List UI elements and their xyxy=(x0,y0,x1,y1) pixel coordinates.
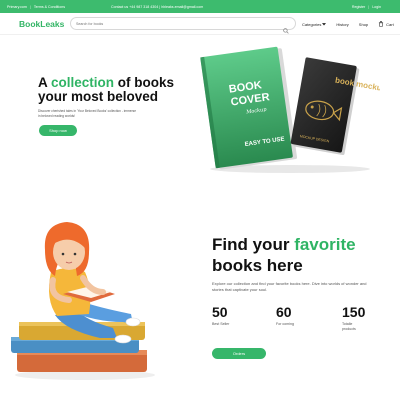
navbar: BookLeaks Categories History Shop Cart xyxy=(0,13,400,35)
search-bar[interactable] xyxy=(70,17,296,34)
stat-value: 60 xyxy=(276,304,292,320)
separator: | xyxy=(29,4,31,9)
logo[interactable]: BookLeaks xyxy=(19,19,64,29)
hero-title-pre: A xyxy=(38,75,48,90)
nav-categories[interactable]: Categories xyxy=(302,21,327,27)
cart-icon xyxy=(379,21,384,27)
girl-reading-illustration xyxy=(11,222,155,380)
top-bar: Primary.com | Terms & Conditions Contact… xyxy=(0,0,400,13)
stat-coming: 60 For coming xyxy=(276,304,298,327)
terms-link[interactable]: Terms & Conditions xyxy=(34,5,65,9)
main-nav: Categories History Shop Cart xyxy=(302,21,394,27)
nav-categories-label: Categories xyxy=(302,21,322,27)
stat-label: Best Seller xyxy=(212,322,230,326)
shop-now-button[interactable]: Shop now xyxy=(39,125,77,136)
search-input[interactable] xyxy=(76,21,276,26)
nav-cart[interactable]: Cart xyxy=(378,21,394,27)
stat-value: 50 xyxy=(212,304,228,320)
stat-products: 150 Totalle products xyxy=(342,304,365,332)
contact-info: Contact us +44 987 318 4304 | hbleaks.em… xyxy=(111,4,204,9)
register-link[interactable]: Register xyxy=(352,5,365,9)
hero-title-accent: collection xyxy=(51,75,115,90)
green-book xyxy=(200,46,298,170)
hero-subtitle: Discover cherished tales in 'Your Belove… xyxy=(38,109,137,118)
books-illustration: BOOK COVER Mockup EASY TO USE book mocku… xyxy=(200,46,380,173)
site-link[interactable]: Primary.com xyxy=(7,5,27,9)
nav-history[interactable]: History xyxy=(336,21,348,27)
separator: | xyxy=(368,4,370,9)
stat-label: Totalle products xyxy=(342,322,356,331)
nav-cart-label: Cart xyxy=(386,21,394,27)
auth-links: Register | Login xyxy=(352,5,381,9)
section-title-pre: Find your xyxy=(212,235,290,254)
stat-value: 150 xyxy=(342,304,366,320)
hero-title: A collection of books your most beloved xyxy=(38,76,203,104)
search-icon[interactable] xyxy=(283,21,289,39)
section-title-accent: favorite xyxy=(294,235,356,254)
stat-label: For coming xyxy=(276,322,294,326)
section-text: Explore our collection and find your fav… xyxy=(212,281,367,292)
section-title-post: books here xyxy=(212,256,303,275)
section-title: Find your favorite books here xyxy=(212,234,397,276)
chevron-down-icon xyxy=(322,22,327,25)
orders-button[interactable]: Orders xyxy=(212,348,266,359)
stat-best-seller: 50 Best Seller xyxy=(212,304,234,327)
login-link[interactable]: Login xyxy=(372,5,381,9)
nav-shop[interactable]: Shop xyxy=(359,21,368,27)
